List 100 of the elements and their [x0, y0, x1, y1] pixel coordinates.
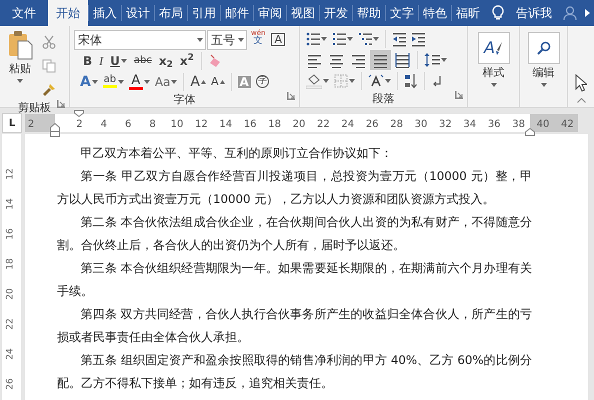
caret-icon	[347, 36, 353, 40]
group-label: 字体	[174, 92, 196, 108]
ribbon-tab[interactable]: 特色	[419, 0, 451, 26]
grow-font-button[interactable]: A	[188, 72, 208, 92]
sort-icon	[404, 72, 418, 88]
group-label: 剪贴板	[18, 100, 51, 116]
ruler-number: 18	[4, 258, 17, 270]
dialog-launcher-icon	[57, 100, 65, 108]
editing-button[interactable]: 编辑	[524, 30, 563, 88]
caret-icon	[321, 36, 327, 40]
person-icon	[563, 6, 577, 20]
paste-button[interactable]: 粘贴	[4, 28, 36, 100]
ribbon-tab[interactable]: 设计	[122, 0, 154, 26]
ruler-number: 6	[125, 118, 132, 132]
copy-icon	[42, 59, 56, 73]
line-spacing-icon	[424, 52, 440, 68]
ruler-number: 14	[219, 118, 232, 132]
ruler-number: 40	[536, 118, 550, 132]
caret-up-icon	[220, 80, 225, 84]
ruler-number: 14	[4, 198, 17, 210]
ribbon-tab[interactable]: 文件	[0, 0, 48, 26]
tell-me-search[interactable]: 告诉我	[516, 4, 552, 22]
dialog-launcher-icon	[287, 92, 295, 100]
clipboard-icon	[7, 30, 33, 60]
superscript-button[interactable]: x$^{2}$	[176, 50, 197, 70]
ruler-number: 34	[463, 118, 476, 132]
scissors-icon	[42, 35, 56, 49]
search-icon	[536, 41, 550, 55]
caret-icon	[17, 78, 23, 82]
ribbon-tab[interactable]: 邮件	[221, 0, 253, 26]
align-justify-button[interactable]	[370, 50, 391, 70]
caret-icon	[197, 38, 203, 42]
document-paragraph: 第一条 甲乙双方自愿合作经营百川投递项目，总投资为壹万元（10000 元）整，甲方以人民币方式出资壹万元（10000 元），乙方以人力资源和团队资源方式投入。	[57, 168, 532, 208]
strikethrough-button[interactable]: abc	[130, 50, 155, 70]
ribbon-tab[interactable]: 开发	[320, 0, 352, 26]
ruler-number: 2	[28, 118, 34, 132]
underline-button[interactable]: U	[107, 50, 130, 70]
ribbon-tab[interactable]: 审阅	[254, 0, 286, 26]
italic-button[interactable]: I	[96, 50, 106, 70]
document-paragraph: 第四条 双方共同经营，合伙人执行合伙事务所产生的收益归全体合伙人，所产生的亏损或者民事责任由全体合伙人承担。	[57, 306, 532, 346]
ruler-number: 12	[195, 118, 208, 132]
caret-icon	[92, 80, 98, 84]
ruler-number: 16	[4, 228, 17, 240]
caret-icon	[385, 78, 391, 82]
ruler-number: 8	[149, 118, 156, 132]
caret-icon	[349, 78, 355, 82]
ribbon-tab[interactable]: 插入	[89, 0, 121, 26]
caret-icon	[238, 38, 244, 42]
ruler-number: 24	[341, 118, 354, 132]
caret-icon	[540, 82, 546, 86]
text-effect-button[interactable]: A	[78, 72, 100, 92]
ruler-number: 36	[488, 118, 501, 132]
styles-button[interactable]: A 样式	[472, 30, 515, 88]
ruler-number: 10	[170, 118, 184, 132]
tab-selector-button[interactable]: L	[2, 113, 22, 133]
change-case-button[interactable]: Aa	[152, 72, 180, 92]
ruler-number: 42	[561, 118, 574, 132]
ruler-number: 24	[4, 348, 17, 360]
document-paragraph: 第二条 本合伙依法组成合伙企业，在合伙期间合伙人出资的为私有财产，不得随意分割。合伙终止后，各合伙人的出资仍为个人所有，届时予以返还。	[57, 214, 532, 254]
ribbon-tab[interactable]: 文字	[386, 0, 418, 26]
caret-icon	[373, 36, 379, 40]
caret-icon	[171, 80, 178, 84]
ribbon-tab[interactable]: 帮助	[353, 0, 385, 26]
numbered-list-icon	[332, 30, 346, 46]
asian-layout-icon	[368, 74, 384, 88]
paragraph-mark-icon	[431, 74, 443, 88]
ruler-number: 22	[4, 318, 17, 330]
caret-icon	[120, 58, 127, 62]
ribbon-tab[interactable]: 福昕	[452, 0, 484, 26]
ribbon-tab[interactable]: 开始	[48, 0, 88, 26]
ruler-number: 20	[292, 118, 306, 132]
ribbon-tab[interactable]: 视图	[287, 0, 319, 26]
scroll-right-icon	[585, 9, 590, 17]
caret-icon	[323, 78, 329, 82]
paintbrush-icon	[42, 83, 56, 97]
caret-icon	[490, 82, 496, 86]
shrink-font-button[interactable]: A	[208, 72, 227, 92]
ruler-number: 26	[4, 378, 17, 390]
font-color-button[interactable]: A	[126, 72, 152, 92]
ruler-number: 2	[76, 118, 83, 132]
eraser-icon	[208, 54, 222, 68]
mouse-pointer-icon	[575, 74, 587, 92]
font-name-dropdown[interactable]: 宋体	[74, 30, 206, 50]
caret-up-icon	[200, 80, 206, 84]
ruler-number: 30	[414, 118, 428, 132]
ribbon-tab[interactable]: 引用	[188, 0, 220, 26]
font-size-dropdown[interactable]: 五号	[207, 30, 247, 50]
paint-bucket-icon	[306, 72, 322, 88]
paintbrush-icon	[494, 41, 503, 55]
subscript-button[interactable]: x$_{2}$	[156, 50, 176, 70]
borders-icon	[334, 74, 348, 88]
ruler-number: 28	[390, 118, 403, 132]
highlight-button[interactable]: ab	[100, 72, 126, 92]
ruler-number: 18	[268, 118, 281, 132]
ruler-number: 20	[4, 288, 17, 300]
dialog-launcher-icon	[455, 91, 463, 100]
document-paragraph: 第五条 组织固定资产和盈余按照取得的销售净利润的甲方 40%、乙方 60%的比例分配。乙方不得私下接单；如有违反，追究相关责任。	[57, 352, 532, 392]
increase-indent-icon	[411, 30, 425, 46]
bold-button[interactable]: B	[80, 50, 96, 70]
ribbon-tab[interactable]: 布局	[155, 0, 187, 26]
